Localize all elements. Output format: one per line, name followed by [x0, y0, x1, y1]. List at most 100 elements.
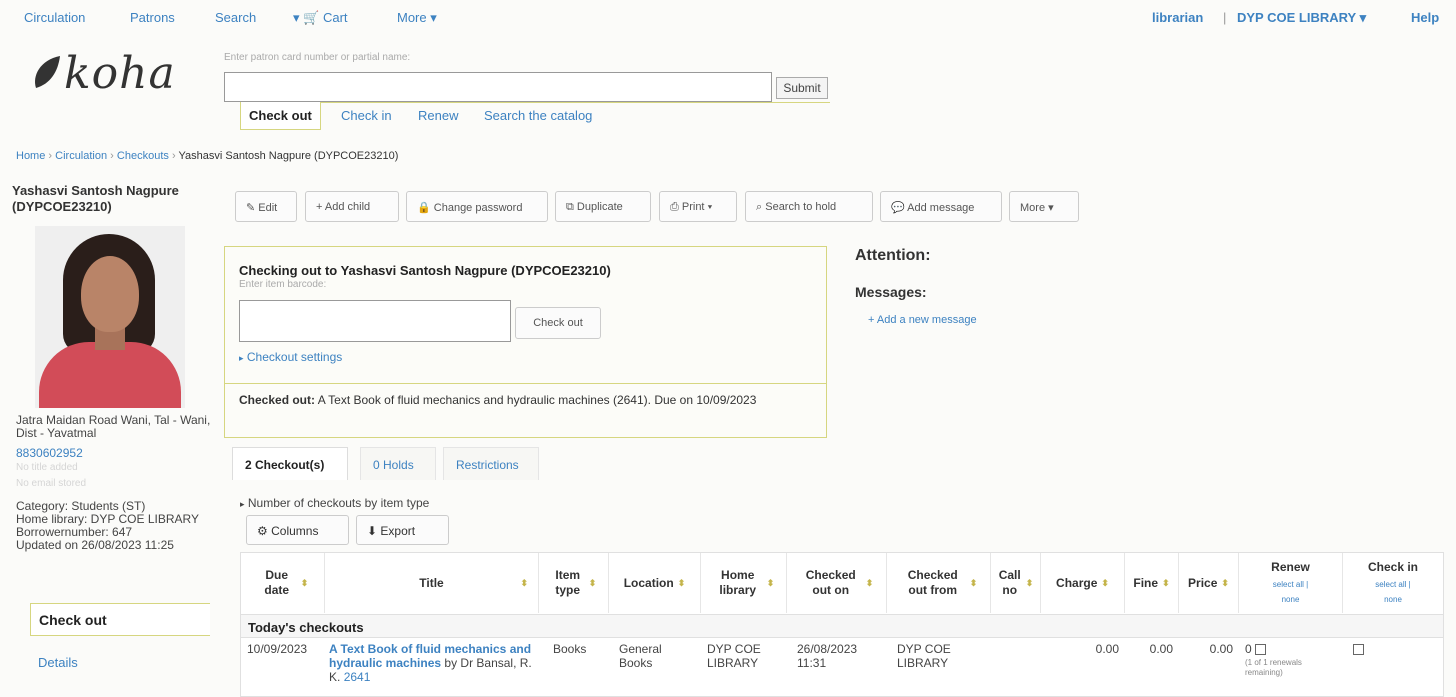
patron-name: Yashasvi Santosh Nagpure (DYPCOE23210): [12, 183, 212, 215]
select-none-link[interactable]: none: [1282, 595, 1300, 604]
cart-icon: 🛒: [303, 10, 320, 25]
duplicate-button[interactable]: ⧉ Duplicate: [555, 191, 651, 222]
more-button[interactable]: More ▾: [1009, 191, 1079, 222]
patron-search-input[interactable]: [224, 72, 772, 102]
column-header-due-date[interactable]: Due date ⬍: [241, 553, 325, 613]
header-tabs: Check out Check in Renew Search the cata…: [240, 102, 830, 130]
circulation-tabs: 2 Checkout(s) 0 Holds Restrictions: [232, 447, 1442, 480]
renew-checkbox[interactable]: [1255, 644, 1267, 656]
check-out-button[interactable]: Check out: [515, 307, 601, 339]
lock-icon: 🔒: [417, 202, 431, 214]
renew-select-all[interactable]: select all | none: [1273, 577, 1308, 607]
renew-count: 0: [1245, 642, 1252, 656]
column-header-location[interactable]: Location ⬍: [609, 553, 701, 613]
column-header-item-type[interactable]: Item type ⬍: [539, 553, 609, 613]
header-label: Price: [1188, 575, 1218, 590]
more-label: More: [1020, 202, 1046, 214]
comment-icon: 💬: [891, 202, 905, 214]
check-in-checkbox[interactable]: [1353, 644, 1364, 656]
download-icon: ⬇: [367, 524, 378, 538]
cell-checked-out-on: 26/08/2023 11:31: [797, 642, 858, 670]
add-new-message-link[interactable]: + Add a new message: [868, 314, 977, 326]
nav-more[interactable]: More ▾: [397, 10, 437, 26]
search-icon: ⌕: [756, 201, 763, 213]
nav-more-label: More: [397, 10, 427, 25]
patron-faint-note: No email stored: [16, 478, 87, 489]
patron-photo: [35, 226, 185, 408]
tab-renew[interactable]: Renew: [418, 108, 458, 123]
koha-logo[interactable]: koha: [30, 48, 176, 99]
column-header-home-library[interactable]: Home library ⬍: [701, 553, 787, 613]
submit-button[interactable]: Submit: [776, 77, 828, 99]
nav-cart[interactable]: ▾ 🛒 Cart: [293, 10, 348, 26]
top-nav: Circulation Patrons Search ▾ 🛒 Cart More…: [0, 0, 1456, 30]
edit-button[interactable]: ✎ Edit: [235, 191, 297, 222]
header-label: Checked out from: [907, 568, 958, 597]
checkouts-table: Due date ⬍ Title ⬍ Item type ⬍ Location ⬍ Ho…: [240, 552, 1444, 697]
sort-icon: ⬍: [1221, 577, 1229, 588]
export-button[interactable]: ⬇ Export: [356, 515, 449, 545]
nav-help[interactable]: Help: [1411, 10, 1439, 25]
checkout-settings-toggle[interactable]: ▸ Checkout settings: [239, 350, 342, 364]
select-none-link[interactable]: none: [1384, 595, 1402, 604]
sort-icon: ⬍: [1025, 577, 1034, 588]
export-label: Export: [380, 524, 416, 538]
sidebar-item-check-out[interactable]: Check out: [30, 603, 210, 636]
nav-search[interactable]: Search: [215, 10, 256, 25]
breadcrumb-current: Yashasvi Santosh Nagpure (DYPCOE23210): [178, 150, 399, 162]
checkouts-by-type-toggle[interactable]: ▸ Number of checkouts by item type: [240, 496, 429, 510]
add-message-button[interactable]: 💬 Add message: [880, 191, 1002, 222]
plus-icon: +: [316, 201, 323, 213]
nav-circulation[interactable]: Circulation: [24, 10, 85, 25]
tab-search-catalog[interactable]: Search the catalog: [484, 108, 592, 123]
checkout-box: Checking out to Yashasvi Santosh Nagpure…: [224, 246, 827, 438]
select-all-link[interactable]: select all |: [1273, 580, 1308, 589]
column-header-checked-out-from[interactable]: Checked out from ⬍: [887, 553, 991, 613]
column-header-price[interactable]: Price ⬍: [1179, 553, 1239, 613]
tab-restrictions[interactable]: Restrictions: [443, 447, 539, 480]
column-header-call-no[interactable]: Call no ⬍: [991, 553, 1041, 613]
barcode-link[interactable]: 2641: [344, 670, 371, 684]
header-label: Checked out on: [805, 568, 856, 597]
patron-search-hint: Enter patron card number or partial name…: [224, 52, 411, 63]
breadcrumb: Home › Circulation › Checkouts › Yashasv…: [16, 150, 398, 162]
add-child-button[interactable]: + Add child: [305, 191, 399, 222]
sort-icon: ⬍: [766, 577, 775, 588]
barcode-hint: Enter item barcode:: [239, 279, 327, 290]
barcode-input[interactable]: [239, 300, 511, 342]
column-header-fine[interactable]: Fine ⬍: [1125, 553, 1179, 613]
caret-down-icon: ▾: [430, 10, 437, 25]
breadcrumb-home[interactable]: Home: [16, 150, 45, 162]
change-password-button[interactable]: 🔒 Change password: [406, 191, 548, 222]
tab-holds[interactable]: 0 Holds: [360, 447, 436, 480]
change-password-label: Change password: [433, 202, 523, 214]
cell-home-library: DYP COE LIBRARY: [707, 642, 761, 670]
checkout-settings-label: Checkout settings: [246, 350, 343, 364]
library-switcher[interactable]: DYP COE LIBRARY ▾: [1237, 10, 1366, 26]
columns-button[interactable]: ⚙ Columns: [246, 515, 349, 545]
printer-icon: ⎙: [670, 201, 679, 213]
tab-checkouts[interactable]: 2 Checkout(s): [232, 447, 348, 480]
nav-patrons[interactable]: Patrons: [130, 10, 175, 25]
tab-check-out[interactable]: Check out: [240, 102, 321, 130]
column-header-title[interactable]: Title ⬍: [325, 553, 539, 613]
search-to-hold-button[interactable]: ⌕ Search to hold: [745, 191, 873, 222]
checkin-select-all[interactable]: select all | none: [1375, 577, 1410, 607]
breadcrumb-checkouts[interactable]: Checkouts: [117, 150, 169, 162]
patron-phone[interactable]: 8830602952: [16, 446, 83, 460]
cell-charge: 0.00: [1095, 642, 1119, 656]
header-label: Check in: [1367, 559, 1418, 574]
breadcrumb-sep: ›: [110, 150, 114, 162]
patron-address: Jatra Maidan Road Wani, Tal - Wani, Dist…: [16, 413, 211, 440]
caret-down-icon: ▾: [293, 10, 300, 25]
select-all-link[interactable]: select all |: [1375, 580, 1410, 589]
logged-in-user[interactable]: librarian: [1152, 10, 1203, 25]
header-label: Charge: [1056, 575, 1098, 590]
column-header-charge[interactable]: Charge ⬍: [1041, 553, 1125, 613]
column-header-checked-out-on[interactable]: Checked out on ⬍: [787, 553, 887, 613]
tab-check-in[interactable]: Check in: [341, 108, 392, 123]
breadcrumb-circulation[interactable]: Circulation: [55, 150, 107, 162]
print-button[interactable]: ⎙ Print ▾: [659, 191, 737, 222]
sidebar-item-details[interactable]: Details: [38, 655, 78, 670]
sort-icon: ⬍: [969, 577, 978, 588]
